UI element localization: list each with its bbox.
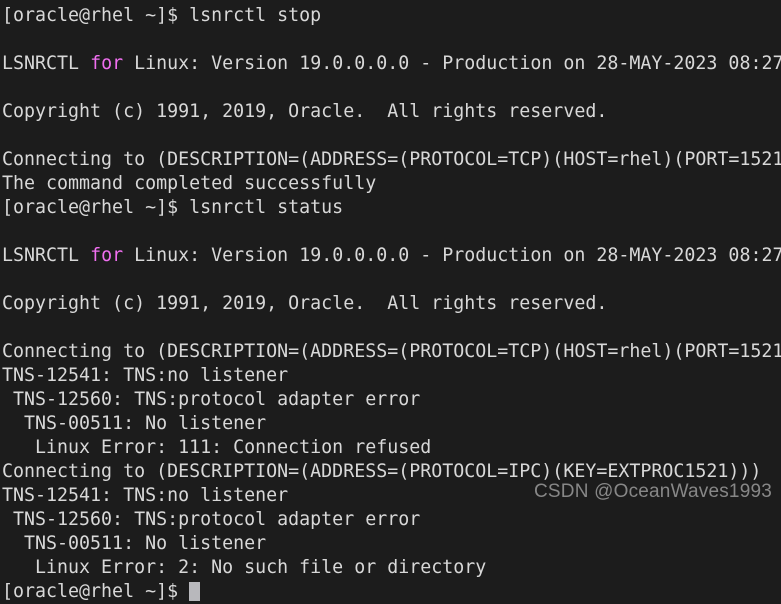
terminal-line-error: TNS-00511: No listener xyxy=(2,413,267,434)
watermark-label: CSDN @OceanWaves1993 xyxy=(533,481,772,502)
banner-prefix: LSNRCTL xyxy=(2,245,91,266)
terminal-line-copyright: Copyright (c) 1991, 2019, Oracle. All ri… xyxy=(2,101,608,122)
shell-prompt: [oracle@rhel ~]$ xyxy=(2,581,190,602)
terminal-line-error: TNS-00511: No listener xyxy=(2,533,267,554)
text-cursor[interactable] xyxy=(189,582,201,601)
banner-suffix: Linux: Version 19.0.0.0.0 - Production o… xyxy=(123,245,781,266)
terminal-line-copyright: Copyright (c) 1991, 2019, Oracle. All ri… xyxy=(2,293,608,314)
terminal-line-connecting: Connecting to (DESCRIPTION=(ADDRESS=(PRO… xyxy=(2,341,781,362)
banner-keyword: for xyxy=(90,245,124,266)
terminal-line-active-prompt[interactable]: [oracle@rhel ~]$ xyxy=(2,580,781,604)
terminal-line-error: TNS-12541: TNS:no listener xyxy=(2,365,289,386)
terminal-line-error: TNS-12560: TNS:protocol adapter error xyxy=(2,509,421,530)
terminal-line-error: Linux Error: 111: Connection refused xyxy=(2,437,432,458)
terminal-window[interactable]: [oracle@rhel ~]$ lsnrctl stop LSNRCTL fo… xyxy=(0,0,781,602)
banner-prefix: LSNRCTL xyxy=(2,53,91,74)
banner-keyword: for xyxy=(90,53,124,74)
terminal-line-banner: LSNRCTL for Linux: Version 19.0.0.0.0 - … xyxy=(2,244,781,268)
terminal-line-status-message: The command completed successfully xyxy=(2,173,377,194)
terminal-line-command: [oracle@rhel ~]$ lsnrctl status xyxy=(2,197,344,218)
terminal-line-banner: LSNRCTL for Linux: Version 19.0.0.0.0 - … xyxy=(2,52,781,76)
terminal-line-error: Linux Error: 2: No such file or director… xyxy=(2,557,487,578)
terminal-line-error: TNS-12560: TNS:protocol adapter error xyxy=(2,389,421,410)
terminal-line-connecting: Connecting to (DESCRIPTION=(ADDRESS=(PRO… xyxy=(2,149,781,170)
banner-suffix: Linux: Version 19.0.0.0.0 - Production o… xyxy=(123,53,781,74)
terminal-line-command: [oracle@rhel ~]$ lsnrctl stop xyxy=(2,5,322,26)
